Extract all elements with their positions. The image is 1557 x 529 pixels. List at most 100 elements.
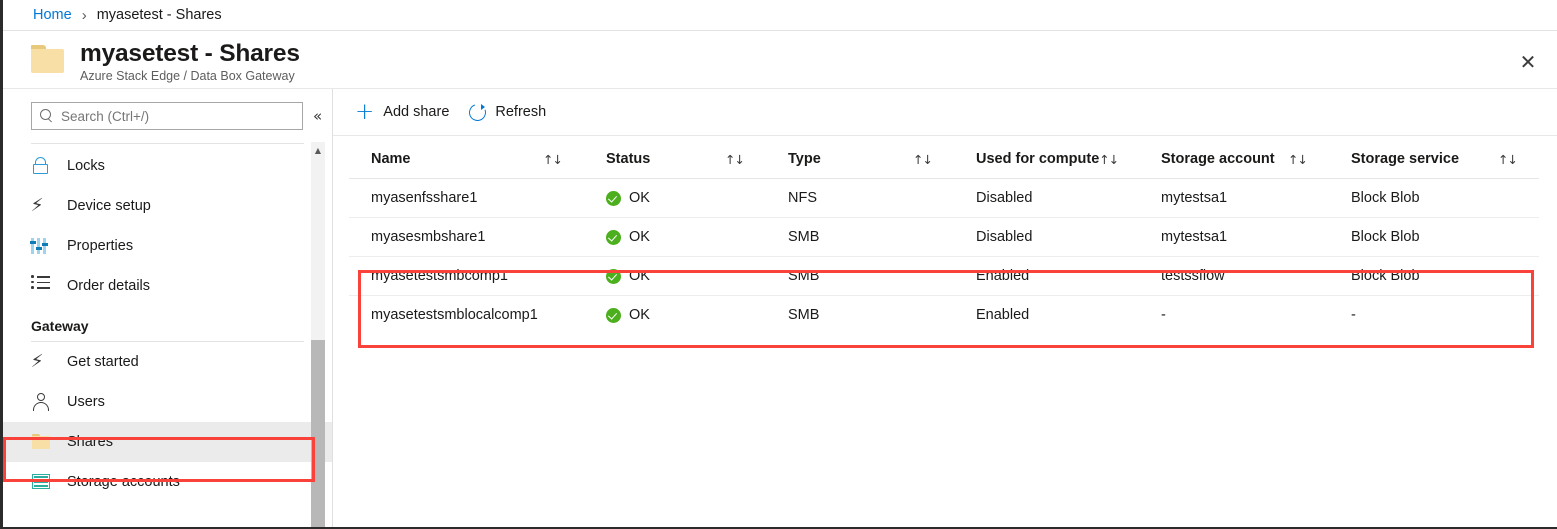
column-header-used-for-compute[interactable]: Used for compute ↑↓ bbox=[954, 140, 1139, 179]
sort-icon[interactable]: ↑↓ bbox=[913, 152, 933, 167]
sidebar-item-label: Storage accounts bbox=[67, 474, 180, 490]
share-name: myasenfsshare1 bbox=[371, 190, 478, 206]
cell-type: SMB bbox=[766, 217, 954, 257]
sidebar-search-row: « bbox=[3, 89, 332, 130]
cell-type: SMB bbox=[788, 307, 820, 323]
table-row[interactable]: myasetestsmbcomp1 OK SMB Enabled testssf… bbox=[349, 256, 1539, 296]
blade-header-text: myasetest - Shares Azure Stack Edge / Da… bbox=[80, 40, 300, 83]
add-share-label: Add share bbox=[383, 104, 450, 120]
breadcrumb-home-link[interactable]: Home bbox=[33, 7, 72, 23]
cell-name[interactable]: myasenfsshare1 bbox=[349, 178, 584, 218]
search-icon bbox=[40, 109, 54, 123]
cell-storage-service: Block Blob bbox=[1329, 256, 1539, 296]
sidebar-item-label: Locks bbox=[67, 158, 105, 174]
sidebar-item-label: Shares bbox=[67, 434, 113, 450]
table-row[interactable]: myasesmbshare1 OK SMB Disabled mytestsa1… bbox=[349, 217, 1539, 257]
add-share-button[interactable]: + Add share bbox=[355, 97, 449, 127]
cell-type: NFS bbox=[766, 178, 954, 218]
column-header-status[interactable]: Status ↑↓ bbox=[584, 140, 766, 179]
scrollbar-thumb[interactable] bbox=[311, 340, 325, 527]
status-badge: OK bbox=[629, 268, 650, 284]
blade-header: myasetest - Shares Azure Stack Edge / Da… bbox=[3, 31, 1557, 89]
sidebar-item-properties[interactable]: Properties bbox=[3, 226, 332, 266]
column-label: Used for compute bbox=[976, 151, 1100, 167]
sidebar-scrollbar[interactable]: ▲ bbox=[311, 142, 325, 527]
sidebar-item-locks[interactable]: Locks bbox=[3, 146, 332, 186]
sidebar-item-label: Users bbox=[67, 394, 105, 410]
column-label: Status bbox=[606, 151, 651, 167]
sort-icon[interactable]: ↑↓ bbox=[725, 152, 745, 167]
column-header-storage-service[interactable]: Storage service ↑↓ bbox=[1329, 140, 1539, 179]
person-icon bbox=[31, 392, 53, 412]
list-icon bbox=[31, 275, 53, 296]
breadcrumb-separator-icon: › bbox=[81, 6, 87, 24]
breadcrumb: Home › myasetest - Shares bbox=[3, 0, 1557, 31]
cell-storage-account: mytestsa1 bbox=[1139, 217, 1329, 257]
collapse-sidebar-icon[interactable]: « bbox=[313, 107, 322, 125]
sidebar-item-get-started[interactable]: ⚡ Get started bbox=[3, 342, 332, 382]
main-content: + Add share Refresh Name ↑↓ Status ↑↓ Ty… bbox=[333, 89, 1557, 527]
cell-status: OK bbox=[584, 296, 766, 335]
sidebar-group-title: Gateway bbox=[31, 318, 89, 334]
sort-icon[interactable]: ↑↓ bbox=[543, 152, 563, 167]
cell-name[interactable]: myasetestsmblocalcomp1 bbox=[349, 296, 584, 335]
refresh-icon bbox=[469, 103, 486, 121]
status-badge: OK bbox=[629, 190, 650, 206]
table-header-row: Name ↑↓ Status ↑↓ Type ↑↓ Used for compu… bbox=[349, 140, 1539, 179]
sliders-icon bbox=[29, 236, 53, 256]
refresh-button[interactable]: Refresh bbox=[469, 97, 546, 127]
shares-table: Name ↑↓ Status ↑↓ Type ↑↓ Used for compu… bbox=[349, 140, 1539, 334]
cell-storage-service: - bbox=[1351, 307, 1356, 323]
sidebar-item-label: Get started bbox=[67, 354, 139, 370]
cell-status: OK bbox=[584, 217, 766, 257]
status-badge: OK bbox=[629, 229, 650, 245]
lock-icon bbox=[31, 156, 53, 176]
cell-storage-service: Block Blob bbox=[1329, 217, 1539, 257]
cell-storage-account: mytestsa1 bbox=[1139, 178, 1329, 218]
column-header-type[interactable]: Type ↑↓ bbox=[766, 140, 954, 179]
breadcrumb-current: myasetest - Shares bbox=[96, 7, 222, 23]
share-name: myasetestsmbcomp1 bbox=[371, 268, 508, 284]
cell-name[interactable]: myasesmbshare1 bbox=[349, 217, 584, 257]
share-name: myasetestsmblocalcomp1 bbox=[371, 307, 538, 323]
cell-used-for-compute: Disabled bbox=[954, 217, 1139, 257]
table-row[interactable]: myasenfsshare1 OK NFS Disabled mytestsa1… bbox=[349, 178, 1539, 218]
cell-used-for-compute: Enabled bbox=[976, 307, 1030, 323]
cell-used-for-compute: Enabled bbox=[954, 256, 1139, 296]
sidebar-item-label: Device setup bbox=[67, 198, 151, 214]
cell-storage-account: testssflow bbox=[1139, 256, 1329, 296]
cell-storage-service: Block Blob bbox=[1329, 178, 1539, 218]
search-box[interactable] bbox=[31, 102, 303, 130]
column-header-name[interactable]: Name ↑↓ bbox=[349, 140, 584, 179]
check-circle-icon bbox=[606, 268, 621, 284]
column-header-storage-account[interactable]: Storage account ↑↓ bbox=[1139, 140, 1329, 179]
column-label: Name bbox=[371, 151, 411, 167]
folder-icon bbox=[31, 45, 66, 73]
bolt-icon: ⚡ bbox=[30, 195, 44, 216]
sidebar-item-device-setup[interactable]: ⚡ Device setup bbox=[3, 186, 332, 226]
sidebar-item-order-details[interactable]: Order details bbox=[3, 266, 332, 306]
cell-name[interactable]: myasetestsmbcomp1 bbox=[349, 256, 584, 296]
bolt-icon: ⚡ bbox=[30, 351, 44, 372]
azure-portal-blade: Home › myasetest - Shares myasetest - Sh… bbox=[0, 0, 1557, 529]
cell-storage-account: - bbox=[1161, 307, 1166, 323]
cell-used-for-compute: Disabled bbox=[954, 178, 1139, 218]
cell-status: OK bbox=[584, 178, 766, 218]
sidebar: « Locks ⚡ Device setup bbox=[3, 89, 333, 527]
check-circle-icon bbox=[606, 190, 621, 206]
table-row[interactable]: myasetestsmblocalcomp1 OK SMB Enabled - … bbox=[349, 296, 1539, 335]
page-subtitle: Azure Stack Edge / Data Box Gateway bbox=[80, 69, 295, 83]
sort-icon[interactable]: ↑↓ bbox=[1498, 152, 1518, 167]
sidebar-item-shares[interactable]: Shares bbox=[3, 422, 332, 462]
search-input[interactable] bbox=[61, 108, 294, 124]
command-bar: + Add share Refresh bbox=[333, 89, 1557, 136]
sort-icon[interactable]: ↑↓ bbox=[1288, 152, 1308, 167]
sidebar-item-storage-accounts[interactable]: Storage accounts bbox=[3, 462, 332, 502]
scroll-up-icon[interactable]: ▲ bbox=[311, 142, 325, 158]
sidebar-item-users[interactable]: Users bbox=[3, 382, 332, 422]
sort-icon[interactable]: ↑↓ bbox=[1099, 152, 1119, 167]
sidebar-item-label: Order details bbox=[67, 278, 151, 294]
close-icon[interactable]: ✕ bbox=[1513, 47, 1543, 77]
blade-body: « Locks ⚡ Device setup bbox=[3, 89, 1557, 527]
cell-type: SMB bbox=[766, 256, 954, 296]
